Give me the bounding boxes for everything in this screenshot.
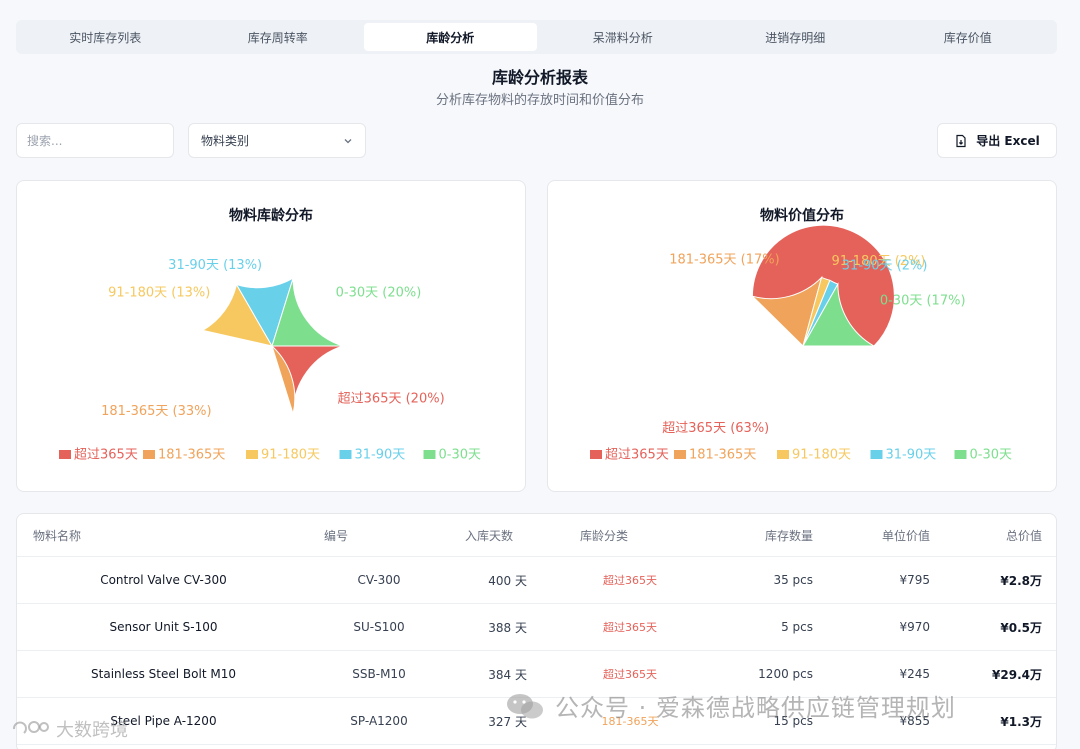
legend-item-91-180[interactable]: 91-180天: [246, 448, 320, 463]
cell-code: CV-300: [357, 573, 401, 587]
cell-name: Stainless Steel Bolt M10: [91, 667, 236, 681]
tab-in-out-detail[interactable]: 进销存明细: [709, 23, 882, 51]
cell-days: 400 天: [488, 573, 527, 588]
legend-label: 0-30天: [970, 448, 1013, 463]
legend-item-over-365[interactable]: 超过365天: [59, 448, 138, 463]
wechat-watermark: 公众号 · 爱森德战略供应链管理规划: [505, 688, 956, 723]
legend-swatch: [954, 450, 967, 459]
col-days: 入库天数: [464, 528, 513, 543]
cell-code: SSB-M10: [352, 667, 406, 681]
legend-label: 181-365天: [158, 448, 225, 463]
value-distribution-card: 物料价值分布 超过365天 (63%) 181-365天 (17%) 91-180天…: [547, 180, 1057, 492]
slice-label-91-180: 91-180天 (13%): [108, 286, 210, 301]
slice-label-181-365: 181-365天 (33%): [101, 404, 212, 419]
cell-unit-value: ¥970: [899, 620, 930, 634]
chevron-down-icon: [344, 138, 352, 143]
cell-code: SP-A1200: [350, 714, 408, 728]
cell-qty: 5 pcs: [781, 620, 813, 634]
corner-watermark: 大数跨境: [10, 716, 128, 742]
legend-label: 91-180天: [261, 448, 320, 463]
slice-label-31-90: 31-90天 (2%): [842, 258, 928, 273]
slice-label-0-30: 0-30天 (17%): [880, 294, 966, 309]
legend-label: 31-90天: [355, 448, 406, 463]
legend-item-0-30[interactable]: 0-30天: [423, 448, 482, 463]
cell-total-value: ¥2.8万: [1000, 573, 1042, 588]
category-select[interactable]: 物料类别: [188, 123, 366, 158]
col-unit-value: 单位价值: [881, 528, 930, 543]
col-name: 物料名称: [33, 528, 82, 543]
page-subtitle: 分析库存物料的存放时间和价值分布: [435, 93, 644, 108]
legend-label: 超过365天: [605, 448, 669, 463]
wechat-watermark-text: 公众号 · 爱森德战略供应链管理规划: [555, 694, 956, 722]
slice-label-181-365: 181-365天 (17%): [669, 253, 780, 268]
tab-turnover-rate[interactable]: 库存周转率: [192, 23, 365, 51]
legend-label: 181-365天: [689, 448, 756, 463]
legend-swatch: [339, 450, 352, 459]
legend-item-181-365[interactable]: 181-365天: [143, 448, 225, 463]
cell-qty: 35 pcs: [773, 573, 813, 587]
cell-name: Control Valve CV-300: [100, 573, 227, 587]
legend-item-181-365[interactable]: 181-365天: [674, 448, 756, 463]
cell-unit-value: ¥795: [899, 573, 930, 587]
legend-swatch: [777, 450, 789, 459]
col-code: 编号: [324, 528, 349, 543]
legend-swatch: [246, 450, 258, 459]
table-row[interactable]: Control Valve CV-300 CV-300 400 天 超过365天 35 …: [17, 557, 1056, 604]
tab-slow-moving[interactable]: 呆滞料分析: [537, 23, 710, 51]
page-title: 库龄分析报表: [491, 68, 588, 87]
table-header-row: 物料名称 编号 入库天数 库龄分类 库存数量 单位价值 总价值: [17, 514, 1056, 557]
export-label: 导出 Excel: [976, 134, 1040, 148]
legend-swatch: [590, 450, 602, 459]
slice-label-over-365: 超过365天 (63%): [662, 421, 769, 436]
legend-swatch: [870, 450, 883, 459]
table-row[interactable]: Sensor Unit S-100 SU-S100 388 天 超过365天 5 pcs…: [17, 604, 1056, 651]
col-qty: 库存数量: [764, 528, 813, 543]
cell-code: SU-S100: [353, 620, 405, 634]
legend-item-0-30[interactable]: 0-30天: [954, 448, 1013, 463]
cell-name: Sensor Unit S-100: [109, 620, 218, 634]
cell-category: 超过365天: [603, 621, 657, 634]
legend-swatch: [674, 450, 686, 459]
value-pie-chart: 超过365天 (63%)181-365天 (17%) 91-180天 (2%)31…: [590, 224, 1013, 463]
legend-item-31-90[interactable]: 31-90天: [339, 448, 406, 463]
legend-item-over-365[interactable]: 超过365天: [590, 448, 669, 463]
brand-mark-icon: [13, 721, 49, 734]
legend-label: 0-30天: [439, 448, 482, 463]
tab-realtime-inventory[interactable]: 实时库存列表: [19, 23, 192, 51]
tab-aging-analysis[interactable]: 库龄分析: [364, 23, 537, 51]
file-download-icon: [956, 134, 966, 147]
col-category: 库龄分类: [580, 528, 629, 543]
wechat-icon: [507, 693, 543, 718]
corner-watermark-text: 大数跨境: [56, 720, 128, 741]
legend-item-91-180[interactable]: 91-180天: [777, 448, 851, 463]
legend-label: 91-180天: [792, 448, 851, 463]
legend-label: 31-90天: [886, 448, 937, 463]
cell-days: 388 天: [488, 620, 527, 635]
aging-distribution-card: 物料库龄分布 超过365天 (20%) 181-365天 (33%) 91-180天…: [16, 180, 526, 492]
legend-label: 超过365天: [74, 448, 138, 463]
legend-item-31-90[interactable]: 31-90天: [870, 448, 937, 463]
legend-swatch: [143, 450, 155, 459]
slice-label-0-30: 0-30天 (20%): [336, 286, 422, 301]
slice-label-over-365: 超过365天 (20%): [338, 391, 445, 406]
legend-swatch: [59, 450, 71, 459]
aging-pie-chart: 超过365天 (20%) 181-365天 (33%) 91-180天 (13%) 3…: [59, 258, 482, 463]
export-excel-button[interactable]: 导出 Excel: [937, 123, 1057, 158]
col-total-value: 总价值: [1005, 528, 1042, 543]
legend-swatch: [423, 450, 436, 459]
cell-category: 超过365天: [603, 574, 657, 587]
category-select-value: 物料类别: [201, 134, 250, 148]
tab-inventory-value[interactable]: 库存价值: [882, 23, 1055, 51]
slice-label-31-90: 31-90天 (13%): [168, 258, 262, 273]
tab-bar: 实时库存列表 库存周转率 库龄分析 呆滞料分析 进销存明细 库存价值: [16, 20, 1057, 54]
search-input[interactable]: [16, 123, 174, 158]
cell-total-value: ¥0.5万: [1000, 620, 1042, 635]
